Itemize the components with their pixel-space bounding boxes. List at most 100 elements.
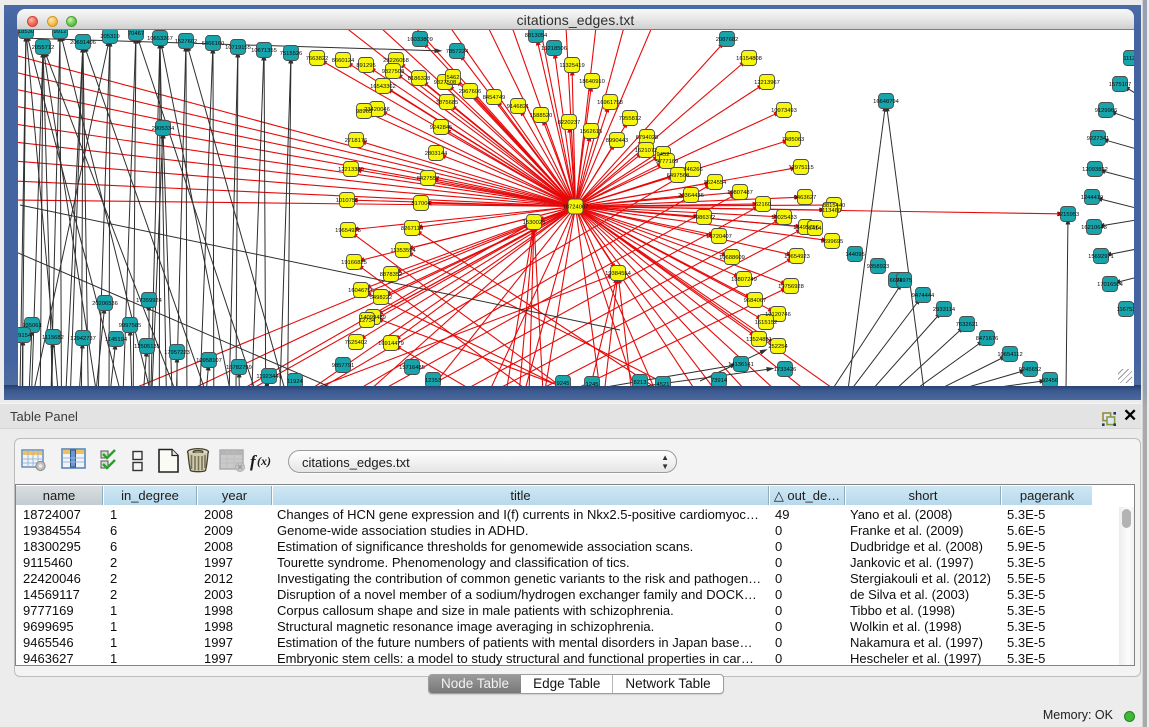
svg-text:18724007: 18724007 xyxy=(563,205,589,211)
svg-text:18530: 18530 xyxy=(18,30,34,35)
svg-text:1562615: 1562615 xyxy=(580,129,603,135)
svg-text:8990443: 8990443 xyxy=(606,138,629,144)
svg-text:98965: 98965 xyxy=(356,109,372,115)
svg-text:10719155: 10719155 xyxy=(225,45,251,51)
svg-text:17016504: 17016504 xyxy=(1097,282,1124,288)
svg-text:12942737: 12942737 xyxy=(70,336,96,342)
svg-text:91975: 91975 xyxy=(896,278,912,284)
svg-text:6497568: 6497568 xyxy=(667,173,690,179)
svg-text:2967606: 2967606 xyxy=(459,89,482,95)
svg-text:6794028: 6794028 xyxy=(636,135,659,141)
svg-text:92456: 92456 xyxy=(1042,378,1058,384)
svg-text:8813054: 8813054 xyxy=(525,33,548,39)
svg-text:9242845: 9242845 xyxy=(430,125,453,131)
svg-text:10688609: 10688609 xyxy=(719,255,745,261)
svg-text:12213389: 12213389 xyxy=(338,167,364,173)
svg-text:2055712: 2055712 xyxy=(32,45,55,51)
svg-text:8267110: 8267110 xyxy=(401,226,423,232)
svg-text:1145194: 1145194 xyxy=(105,337,128,343)
svg-text:817004: 817004 xyxy=(411,201,431,207)
svg-text:1527602: 1527602 xyxy=(175,39,198,45)
svg-text:16210643: 16210643 xyxy=(1081,225,1107,231)
svg-text:1733426: 1733426 xyxy=(774,367,797,373)
svg-text:23226058: 23226058 xyxy=(383,58,409,64)
svg-text:205319: 205319 xyxy=(100,34,119,40)
svg-text:10671355: 10671355 xyxy=(251,48,277,54)
svg-text:16046755: 16046755 xyxy=(348,288,374,294)
svg-text:70467: 70467 xyxy=(128,31,144,37)
svg-text:2803144: 2803144 xyxy=(425,151,448,157)
svg-text:2905334: 2905334 xyxy=(152,126,175,132)
svg-text:10958107: 10958107 xyxy=(196,358,222,364)
svg-text:9912: 9912 xyxy=(54,30,67,35)
svg-text:10973493: 10973493 xyxy=(771,108,797,114)
svg-text:7625402: 7625402 xyxy=(345,340,368,346)
svg-text:1244419: 1244419 xyxy=(1081,195,1104,201)
svg-text:20364436: 20364436 xyxy=(678,193,704,199)
svg-text:1575107: 1575107 xyxy=(1109,82,1132,88)
svg-text:1010755: 1010755 xyxy=(336,198,359,204)
svg-text:9227341: 9227341 xyxy=(1087,136,1110,142)
svg-text:7485063: 7485063 xyxy=(782,137,805,143)
svg-text:16543362: 16543362 xyxy=(370,84,396,90)
svg-text:1245: 1245 xyxy=(586,382,599,386)
svg-text:62160: 62160 xyxy=(755,202,771,208)
svg-text:3875685: 3875685 xyxy=(436,100,459,106)
svg-text:8213: 8213 xyxy=(634,380,647,386)
svg-text:15720407: 15720407 xyxy=(706,234,732,240)
svg-text:16154808: 16154808 xyxy=(736,56,762,62)
svg-text:116753: 116753 xyxy=(1117,307,1134,313)
svg-text:19218506: 19218506 xyxy=(541,46,567,52)
svg-text:7986372: 7986372 xyxy=(693,215,716,221)
svg-text:12975115: 12975115 xyxy=(788,165,813,171)
svg-text:12353: 12353 xyxy=(425,378,441,384)
svg-text:12093822: 12093822 xyxy=(1082,167,1108,173)
svg-text:7632621: 7632621 xyxy=(956,322,979,328)
svg-text:15692971: 15692971 xyxy=(1088,254,1114,260)
svg-text:8878352: 8878352 xyxy=(380,272,403,278)
svg-text:7857224: 7857224 xyxy=(446,49,469,55)
svg-text:6414: 6414 xyxy=(809,226,823,232)
svg-text:8186328: 8186328 xyxy=(408,76,431,82)
svg-text:18640910: 18640910 xyxy=(579,79,605,85)
svg-text:5462: 5462 xyxy=(447,75,460,81)
svg-text:1115682: 1115682 xyxy=(42,335,64,341)
svg-text:7663822: 7663822 xyxy=(306,56,329,62)
svg-text:19384554: 19384554 xyxy=(605,271,632,277)
svg-text:9358923: 9358923 xyxy=(867,264,890,270)
svg-text:39154: 39154 xyxy=(18,333,32,339)
svg-text:1615152: 1615152 xyxy=(755,320,778,326)
svg-text:12734: 12734 xyxy=(359,318,376,324)
svg-text:9113460: 9113460 xyxy=(819,208,841,214)
svg-text:9699695: 9699695 xyxy=(821,239,844,245)
svg-text:1588520: 1588520 xyxy=(530,113,553,119)
svg-text:9245652: 9245652 xyxy=(1019,367,1042,373)
svg-text:20206536: 20206536 xyxy=(92,301,118,307)
svg-text:16914479: 16914479 xyxy=(378,341,404,347)
svg-text:19654923: 19654923 xyxy=(784,254,810,260)
svg-text:9997585: 9997585 xyxy=(119,323,142,329)
svg-text:11123: 11123 xyxy=(1123,56,1134,62)
svg-text:14136141: 14136141 xyxy=(728,362,754,368)
svg-text:935061: 935061 xyxy=(22,323,41,329)
svg-text:12505135: 12505135 xyxy=(134,344,160,350)
svg-text:3624554: 3624554 xyxy=(704,180,727,186)
svg-text:1530025: 1530025 xyxy=(523,220,546,226)
svg-text:8660124: 8660124 xyxy=(332,58,355,64)
svg-text:2718176: 2718176 xyxy=(345,138,368,144)
svg-text:9146821: 9146821 xyxy=(507,104,530,110)
svg-text:73914: 73914 xyxy=(711,378,728,384)
svg-text:252254: 252254 xyxy=(768,344,788,350)
svg-text:3215953: 3215953 xyxy=(1057,212,1080,218)
svg-text:19654925: 19654925 xyxy=(335,228,361,234)
svg-text:10807487: 10807487 xyxy=(727,190,753,196)
svg-text:19166825: 19166825 xyxy=(341,260,367,266)
svg-text:16782759: 16782759 xyxy=(226,365,252,371)
svg-text:9857791: 9857791 xyxy=(332,363,355,369)
svg-text:9129966: 9129966 xyxy=(1095,108,1118,114)
svg-text:20691406: 20691406 xyxy=(70,40,96,46)
svg-text:9463627: 9463627 xyxy=(794,195,817,201)
svg-text:15716485: 15716485 xyxy=(399,365,425,371)
svg-text:8471676: 8471676 xyxy=(976,336,999,342)
svg-text:144095: 144095 xyxy=(845,252,864,258)
